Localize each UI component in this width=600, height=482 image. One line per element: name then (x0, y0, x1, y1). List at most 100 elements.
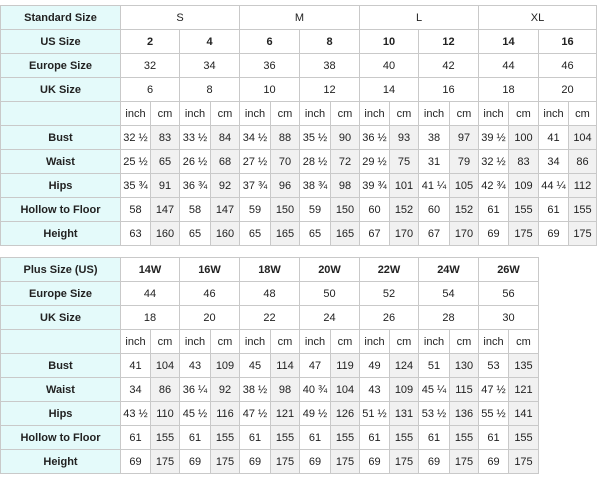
size-group-xl: XL (478, 5, 597, 30)
unit-inch: inch (120, 329, 151, 354)
hips-cm-cell: 112 (568, 173, 597, 198)
us-size-cell: 4 (179, 29, 240, 54)
bust-inch-cell: 41 (120, 353, 151, 378)
hips-cm-cell: 105 (449, 173, 479, 198)
unit-header-blank (0, 101, 121, 126)
bust-cm-cell: 114 (270, 353, 300, 378)
hollow-to-floor-cm-cell: 155 (330, 425, 360, 450)
uk-size-row: UK Size 6 8 10 12 14 16 18 20 (0, 77, 597, 102)
unit-cm: cm (210, 101, 240, 126)
hollow-to-floor-inch-cell: 61 (239, 425, 271, 450)
bust-cm-cell: 130 (449, 353, 479, 378)
hips-cm-cell: 92 (210, 173, 240, 198)
hips-cm-cell: 91 (150, 173, 180, 198)
waist-inch-cell: 36 ¼ (179, 377, 211, 402)
hollow-to-floor-label: Hollow to Floor (0, 197, 121, 222)
height-inch-cell: 69 (418, 449, 450, 474)
bust-cm-cell: 93 (389, 125, 419, 150)
europe-size-label: Europe Size (0, 53, 121, 78)
height-inch-cell: 69 (239, 449, 271, 474)
waist-inch-cell: 26 ½ (179, 149, 211, 174)
uk-size-cell: 16 (418, 77, 479, 102)
waist-inch-cell: 34 (538, 149, 569, 174)
bust-inch-cell: 53 (478, 353, 509, 378)
unit-inch: inch (179, 101, 211, 126)
hips-inch-cell: 45 ½ (179, 401, 211, 426)
hips-cm-cell: 96 (270, 173, 300, 198)
hips-cm-cell: 101 (389, 173, 419, 198)
unit-cm: cm (449, 329, 479, 354)
height-inch-cell: 69 (359, 449, 390, 474)
uk-size-label: UK Size (0, 77, 121, 102)
hips-cm-cell: 126 (330, 401, 360, 426)
unit-inch: inch (538, 101, 569, 126)
hollow-to-floor-inch-cell: 59 (299, 197, 331, 222)
size-group-l: L (359, 5, 479, 30)
waist-cm-cell: 98 (270, 377, 300, 402)
hips-inch-cell: 49 ½ (299, 401, 331, 426)
bust-label: Bust (0, 125, 121, 150)
unit-cm: cm (270, 101, 300, 126)
plus-size-cell: 14W (120, 257, 180, 282)
waist-inch-cell: 28 ½ (299, 149, 331, 174)
uk-size-cell: 10 (239, 77, 300, 102)
europe-size-cell: 34 (179, 53, 240, 78)
waist-inch-cell: 47 ½ (478, 377, 509, 402)
europe-size-cell: 48 (239, 281, 300, 306)
height-inch-cell: 69 (538, 221, 569, 246)
standard-measurements: Bust 32 ½ 83 33 ½ 84 34 ½ 88 35 ½ 90 36 ½ 93 38 97 39… (0, 125, 597, 246)
europe-size-cell: 32 (120, 53, 180, 78)
hips-inch-cell: 51 ½ (359, 401, 390, 426)
hips-cm-cell: 109 (508, 173, 539, 198)
us-size-cell: 6 (239, 29, 300, 54)
plus-size-cell: 18W (239, 257, 300, 282)
waist-row: Waist 34 86 36 ¼ 92 38 ½ 98 40 ¾ 104 43 109 45 ¼ 115… (0, 377, 539, 402)
uk-size-cell: 30 (478, 305, 539, 330)
hips-inch-cell: 35 ¾ (120, 173, 151, 198)
waist-cm-cell: 121 (508, 377, 539, 402)
us-size-cell: 2 (120, 29, 180, 54)
us-size-label: US Size (0, 29, 121, 54)
hips-cm-cell: 116 (210, 401, 240, 426)
bust-cm-cell: 88 (270, 125, 300, 150)
uk-size-cell: 14 (359, 77, 419, 102)
hips-label: Hips (0, 173, 121, 198)
hips-cm-cell: 110 (150, 401, 180, 426)
bust-inch-cell: 33 ½ (179, 125, 211, 150)
hollow-to-floor-inch-cell: 61 (418, 425, 450, 450)
bust-cm-cell: 104 (150, 353, 180, 378)
unit-cm: cm (210, 329, 240, 354)
height-cm-cell: 170 (389, 221, 419, 246)
height-label: Height (0, 221, 121, 246)
hollow-to-floor-inch-cell: 61 (120, 425, 151, 450)
hips-inch-cell: 39 ¾ (359, 173, 390, 198)
hips-inch-cell: 43 ½ (120, 401, 151, 426)
hollow-to-floor-inch-cell: 58 (120, 197, 151, 222)
unit-inch: inch (239, 329, 271, 354)
height-inch-cell: 69 (120, 449, 151, 474)
hollow-to-floor-cm-cell: 150 (270, 197, 300, 222)
waist-cm-cell: 109 (389, 377, 419, 402)
uk-size-cell: 6 (120, 77, 180, 102)
europe-size-cell: 42 (418, 53, 479, 78)
unit-header-row: inch cm inch cm inch cm inch cm inch cm … (0, 101, 597, 126)
bust-inch-cell: 32 ½ (120, 125, 151, 150)
hips-cm-cell: 136 (449, 401, 479, 426)
europe-size-label: Europe Size (0, 281, 121, 306)
hollow-to-floor-inch-cell: 58 (179, 197, 211, 222)
height-inch-cell: 63 (120, 221, 151, 246)
hollow-to-floor-inch-cell: 59 (239, 197, 271, 222)
waist-cm-cell: 65 (150, 149, 180, 174)
height-inch-cell: 69 (179, 449, 211, 474)
us-size-cell: 14 (478, 29, 539, 54)
us-size-cell: 12 (418, 29, 479, 54)
height-cm-cell: 175 (508, 449, 539, 474)
hollow-to-floor-cm-cell: 147 (150, 197, 180, 222)
standard-size-header: Standard Size (0, 5, 121, 30)
hollow-to-floor-cm-cell: 155 (568, 197, 597, 222)
hollow-to-floor-inch-cell: 61 (179, 425, 211, 450)
unit-cm: cm (389, 329, 419, 354)
waist-cm-cell: 104 (330, 377, 360, 402)
waist-cm-cell: 79 (449, 149, 479, 174)
hips-inch-cell: 44 ¼ (538, 173, 569, 198)
